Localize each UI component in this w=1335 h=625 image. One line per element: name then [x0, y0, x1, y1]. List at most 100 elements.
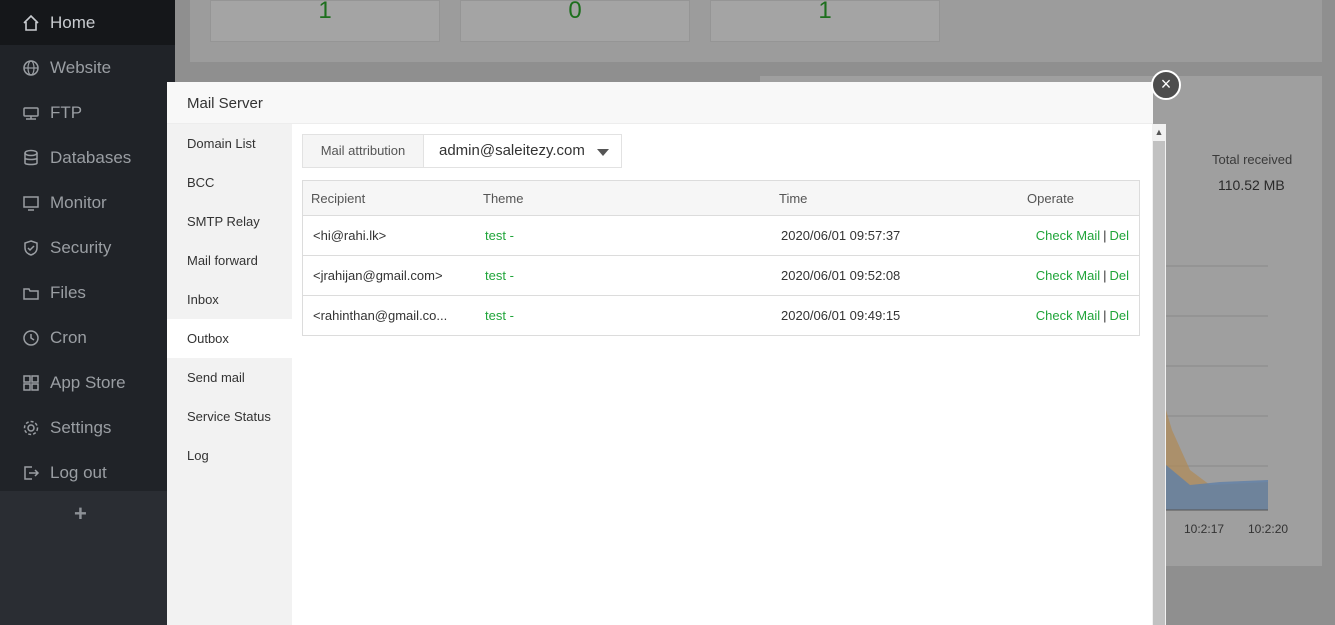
outbox-content: Mail attribution admin@saleitezy.com Rec… [292, 124, 1153, 625]
delete-link[interactable]: Del [1109, 268, 1129, 283]
sidebar-item-cron[interactable]: Cron [0, 315, 175, 360]
check-mail-link[interactable]: Check Mail [1036, 228, 1100, 243]
sidebar-item-label: App Store [50, 372, 126, 392]
column-header-recipient: Recipient [302, 180, 475, 216]
dialog-title: Mail Server [187, 95, 263, 112]
total-received-label: Total received [1212, 152, 1293, 167]
stat-card: 0 [460, 0, 690, 42]
sidebar-item-label: Log out [50, 462, 107, 482]
sidebar-item-security[interactable]: Security [0, 225, 175, 270]
sidebar-item-label: Home [50, 12, 96, 32]
total-received-value: 110.52 MB [1218, 177, 1285, 193]
globe-icon [22, 59, 40, 77]
sidebar-item-label: Website [50, 57, 112, 77]
theme-cell[interactable]: test - [475, 255, 771, 296]
gear-icon [22, 419, 40, 437]
sidebar-item-home[interactable]: Home [0, 0, 175, 45]
sidebar-item-settings[interactable]: Settings [0, 405, 175, 450]
recipient-text: <rahinthan@gmail.co... [313, 308, 448, 323]
shield-icon [22, 239, 40, 257]
ftp-icon [22, 104, 40, 122]
time-cell: 2020/06/01 09:49:15 [771, 295, 1019, 336]
sidebar-add-area: + [0, 491, 175, 625]
recipient-cell: <hi@rahi.lk> [302, 215, 475, 256]
table-header-row: Recipient Theme Time Operate [302, 180, 1140, 216]
sidebar-item-monitor[interactable]: Monitor [0, 180, 175, 225]
menu-item-mail-forward[interactable]: Mail forward [167, 241, 292, 280]
sidebar-item-label: Settings [50, 417, 112, 437]
database-icon [22, 149, 40, 167]
outbox-table: Recipient Theme Time Operate <hi@rahi.lk… [302, 180, 1140, 336]
sidebar-item-label: Security [50, 237, 112, 257]
mail-attribution-label: Mail attribution [303, 135, 424, 167]
theme-cell[interactable]: test - [475, 215, 771, 256]
sidebar-item-label: Databases [50, 147, 132, 167]
table-row: <jrahijan@gmail.com> test -2020/06/01 09:… [302, 255, 1140, 296]
check-mail-link[interactable]: Check Mail [1036, 268, 1100, 283]
column-header-operate: Operate [1019, 180, 1140, 216]
recipient-cell: <jrahijan@gmail.com> [302, 255, 475, 296]
scroll-up-icon[interactable]: ▲ [1152, 124, 1166, 140]
mail-attribution-value: admin@saleitezy.com [439, 142, 585, 159]
sidebar-item-files[interactable]: Files [0, 270, 175, 315]
traffic-chart-fragment [1160, 265, 1268, 511]
sidebar-item-log-out[interactable]: Log out [0, 450, 175, 495]
time-cell: 2020/06/01 09:52:08 [771, 255, 1019, 296]
add-icon[interactable]: + [74, 501, 87, 527]
sidebar-item-app-store[interactable]: App Store [0, 360, 175, 405]
mail-server-menu: Domain List BCC SMTP Relay Mail forward Inbo… [167, 124, 292, 625]
menu-item-inbox[interactable]: Inbox [167, 280, 292, 319]
sidebar-item-databases[interactable]: Databases [0, 135, 175, 180]
delete-link[interactable]: Del [1109, 228, 1129, 243]
stat-card: 1 [710, 0, 940, 42]
grid-icon [22, 374, 40, 392]
stat-value: 1 [818, 0, 832, 24]
menu-item-service-status[interactable]: Service Status [167, 397, 292, 436]
sidebar-menu: Home Website FTP Databases Monitor Security Fi… [0, 0, 175, 491]
menu-item-outbox[interactable]: Outbox [167, 319, 292, 358]
recipient-cell: <rahinthan@gmail.co... [302, 295, 475, 336]
recipient-text: <hi@rahi.lk> [313, 228, 387, 243]
sidebar-item-label: Cron [50, 327, 87, 347]
operate-cell: Check Mail | Del [1019, 215, 1140, 256]
theme-cell[interactable]: test - [475, 295, 771, 336]
sidebar-item-label: Files [50, 282, 86, 302]
stat-value: 0 [568, 0, 582, 24]
monitor-icon [22, 194, 40, 212]
menu-item-smtp-relay[interactable]: SMTP Relay [167, 202, 292, 241]
mail-attribution-selector: Mail attribution admin@saleitezy.com [302, 134, 622, 168]
clock-icon [22, 329, 40, 347]
axis-tick-label: 10:2:17 [1184, 522, 1225, 536]
folder-icon [22, 284, 40, 302]
menu-item-send-mail[interactable]: Send mail [167, 358, 292, 397]
menu-item-log[interactable]: Log [167, 436, 292, 475]
delete-link[interactable]: Del [1109, 308, 1129, 323]
scroll-thumb[interactable] [1153, 141, 1165, 625]
table-row: <rahinthan@gmail.co... test -2020/06/01 0… [302, 295, 1140, 336]
check-mail-link[interactable]: Check Mail [1036, 308, 1100, 323]
stat-value: 1 [318, 0, 332, 24]
operate-cell: Check Mail | Del [1019, 255, 1140, 296]
close-icon[interactable]: × [1151, 70, 1181, 100]
table-row: <hi@rahi.lk> test -2020/06/01 09:57:37 Che… [302, 215, 1140, 256]
recipient-text: <jrahijan@gmail.com> [313, 268, 443, 283]
sidebar-item-ftp[interactable]: FTP [0, 90, 175, 135]
chevron-down-icon [597, 149, 609, 156]
time-cell: 2020/06/01 09:57:37 [771, 215, 1019, 256]
mail-attribution-select[interactable]: admin@saleitezy.com [424, 135, 621, 167]
home-icon [22, 14, 40, 32]
menu-item-bcc[interactable]: BCC [167, 163, 292, 202]
dialog-scrollbar[interactable]: ▲ [1152, 124, 1166, 625]
menu-item-domain-list[interactable]: Domain List [167, 124, 292, 163]
axis-tick-label: 10:2:20 [1248, 522, 1289, 536]
column-header-time: Time [771, 180, 1019, 216]
mail-server-dialog: Mail Server Domain List BCC SMTP Relay Mail… [167, 82, 1166, 625]
dialog-header: Mail Server [167, 82, 1153, 124]
logout-icon [22, 464, 40, 482]
main-sidebar: Home Website FTP Databases Monitor Security Fi… [0, 0, 175, 625]
sidebar-item-website[interactable]: Website [0, 45, 175, 90]
stat-card: 1 [210, 0, 440, 42]
column-header-theme: Theme [475, 180, 771, 216]
sidebar-item-label: Monitor [50, 192, 107, 212]
sidebar-item-label: FTP [50, 102, 83, 122]
